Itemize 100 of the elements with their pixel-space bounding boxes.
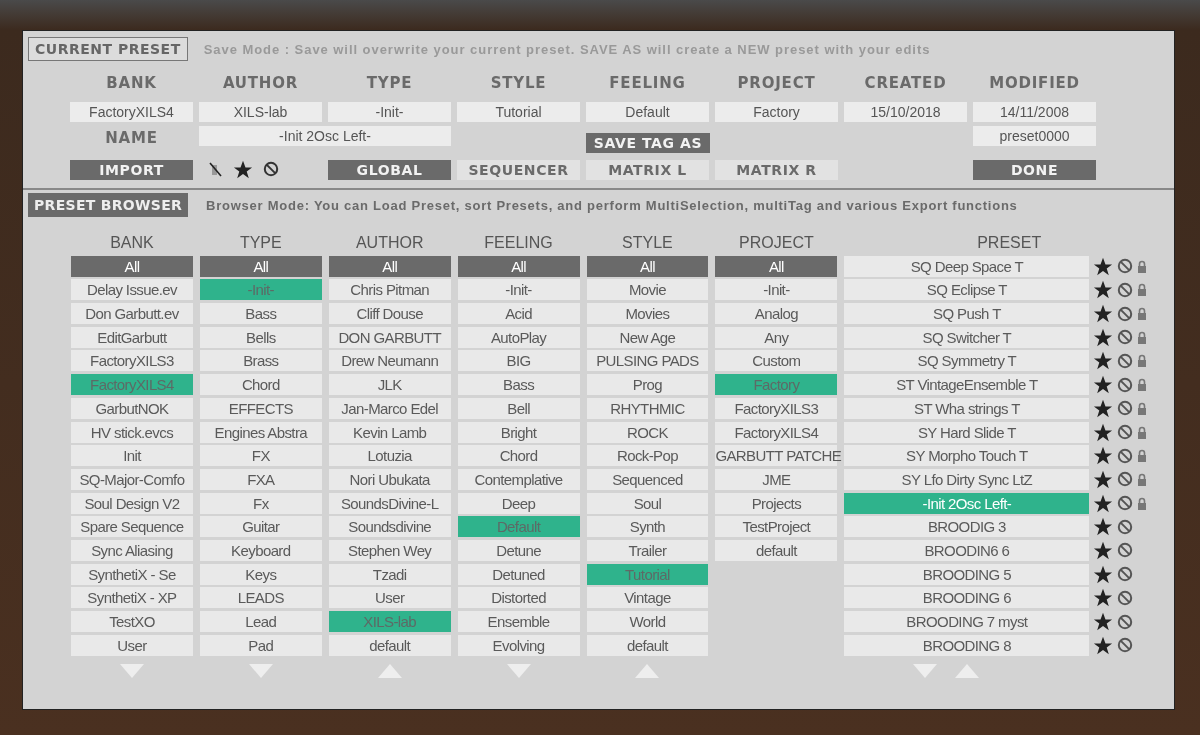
preset-item[interactable]: BROODING 7 myst	[844, 611, 1090, 632]
filter-item[interactable]: Rock-Pop	[586, 445, 709, 467]
filter-item[interactable]: Sync Aliasing	[71, 539, 193, 561]
tag-field[interactable]: XILS-lab	[199, 102, 322, 122]
star-icon[interactable]	[1093, 446, 1114, 466]
filter-item[interactable]: default	[328, 634, 451, 656]
star-icon[interactable]	[1093, 540, 1114, 560]
preset-item[interactable]: BROODIN6 6	[844, 539, 1090, 561]
filter-item[interactable]: SynthetiX - Se	[71, 563, 193, 585]
done-button[interactable]: DONE	[973, 160, 1096, 180]
tab[interactable]: GLOBAL	[328, 160, 451, 180]
filter-item[interactable]: HV stick.evcs	[71, 421, 193, 443]
filter-item[interactable]: Lotuzia	[328, 445, 451, 467]
preset-item[interactable]: BROODIG 3	[844, 516, 1090, 538]
star-icon[interactable]	[1093, 398, 1114, 418]
filter-item[interactable]: Acid	[457, 303, 580, 325]
tag-field[interactable]: Factory	[715, 102, 838, 122]
ban-icon[interactable]	[1117, 613, 1134, 630]
filter-item[interactable]: Bass	[199, 303, 322, 325]
filter-item[interactable]: Bright	[457, 421, 580, 443]
filter-item[interactable]: Evolving	[457, 634, 580, 656]
tag-field[interactable]: Default	[586, 102, 709, 122]
filter-item[interactable]: FactoryXILS4	[715, 421, 838, 443]
file-name-field[interactable]: preset0000	[973, 126, 1096, 146]
filter-item[interactable]: Guitar	[199, 516, 322, 538]
filter-item[interactable]: Chris Pitman	[328, 279, 451, 301]
filter-item[interactable]: Any	[715, 326, 838, 348]
filter-item[interactable]: Deep	[457, 492, 580, 514]
lock-icon[interactable]	[1137, 425, 1148, 439]
tag-field[interactable]: FactoryXILS4	[70, 102, 193, 122]
filter-item[interactable]: Pad	[199, 634, 322, 656]
ban-icon[interactable]	[1117, 281, 1134, 298]
star-icon[interactable]	[1093, 327, 1114, 347]
filter-item[interactable]: Nori Ubukata	[328, 468, 451, 490]
filter-item[interactable]: EditGarbutt	[71, 326, 193, 348]
star-icon[interactable]	[1093, 256, 1114, 276]
filter-item[interactable]: Synth	[586, 516, 709, 538]
star-icon[interactable]	[1093, 564, 1114, 584]
preset-item[interactable]: SQ Push T	[844, 303, 1090, 325]
preset-item[interactable]: SQ Eclipse T	[844, 279, 1090, 301]
save-tag-as-button[interactable]: SAVE TAG AS	[586, 133, 710, 153]
all-filter-item[interactable]: All	[457, 255, 580, 277]
filter-item[interactable]: Movie	[586, 279, 709, 301]
filter-item[interactable]: FXA	[199, 468, 322, 490]
filter-item[interactable]: Projects	[715, 492, 838, 514]
ban-icon[interactable]	[1117, 376, 1134, 393]
filter-item[interactable]: ROCK	[586, 421, 709, 443]
filter-item[interactable]: Chord	[199, 374, 322, 396]
filter-item[interactable]: RHYTHMIC	[586, 397, 709, 419]
filter-item[interactable]: Contemplative	[457, 468, 580, 490]
star-icon[interactable]	[1093, 469, 1114, 489]
filter-item[interactable]: Vintage	[586, 587, 709, 609]
tab[interactable]: MATRIX L	[586, 160, 709, 180]
ban-icon[interactable]	[1117, 258, 1134, 275]
filter-item[interactable]: Trailer	[586, 539, 709, 561]
lock-icon[interactable]	[1137, 472, 1148, 486]
filter-item[interactable]: PULSING PADS	[586, 350, 709, 372]
filter-item[interactable]: Keys	[199, 563, 322, 585]
filter-item[interactable]: Soundsdivine	[328, 516, 451, 538]
preset-item[interactable]: ST Wha strings T	[844, 397, 1090, 419]
filter-item[interactable]: DON GARBUTT	[328, 326, 451, 348]
preset-item[interactable]: SY Lfo Dirty Sync LtZ	[844, 468, 1090, 490]
ban-icon[interactable]	[1117, 471, 1134, 488]
tag-field[interactable]: 14/11/2008	[973, 102, 1096, 122]
lock-icon[interactable]	[1137, 449, 1148, 463]
lock-icon[interactable]	[1137, 330, 1148, 344]
filter-item[interactable]: EFFECTS	[199, 397, 322, 419]
ban-icon[interactable]	[1117, 424, 1134, 440]
ban-icon[interactable]	[1117, 329, 1134, 346]
filter-item[interactable]: Analog	[715, 303, 838, 325]
lock-icon[interactable]	[1137, 378, 1148, 392]
tab[interactable]: SEQUENCER	[457, 160, 580, 180]
ban-icon[interactable]	[263, 161, 279, 177]
filter-item[interactable]: Keyboard	[199, 539, 322, 561]
filter-item[interactable]: FactoryXILS3	[715, 397, 838, 419]
filter-item[interactable]: TestXO	[71, 611, 193, 632]
all-filter-item[interactable]: All	[199, 255, 322, 277]
lock-icon[interactable]	[1137, 401, 1148, 415]
tab[interactable]: MATRIX R	[715, 160, 838, 180]
filter-item[interactable]: Kevin Lamb	[328, 421, 451, 443]
filter-item[interactable]: Cliff Douse	[328, 303, 451, 325]
filter-item[interactable]: SQ-Major-Comfo	[71, 468, 193, 490]
filter-item[interactable]: Chord	[457, 445, 580, 467]
ban-icon[interactable]	[1117, 495, 1134, 512]
filter-item[interactable]: Tzadi	[328, 563, 451, 585]
ban-icon[interactable]	[1117, 305, 1134, 322]
crossed-pen-icon[interactable]	[209, 161, 223, 177]
filter-item[interactable]: Init	[71, 445, 193, 467]
filter-item[interactable]: User	[71, 634, 193, 656]
filter-item[interactable]: Prog	[586, 374, 709, 396]
filter-item[interactable]: -Init-	[715, 279, 838, 301]
filter-item[interactable]: FactoryXILS3	[71, 350, 193, 372]
filter-item[interactable]: World	[586, 611, 709, 632]
filter-item[interactable]: FX	[199, 445, 322, 467]
filter-item[interactable]: Delay Issue.ev	[71, 279, 193, 301]
filter-item[interactable]: Engines Abstra	[199, 421, 322, 443]
import-button[interactable]: IMPORT	[70, 160, 193, 180]
all-filter-item[interactable]: All	[328, 255, 451, 277]
preset-item[interactable]: SY Hard Slide T	[844, 421, 1090, 443]
filter-item[interactable]: JLK	[328, 374, 451, 396]
